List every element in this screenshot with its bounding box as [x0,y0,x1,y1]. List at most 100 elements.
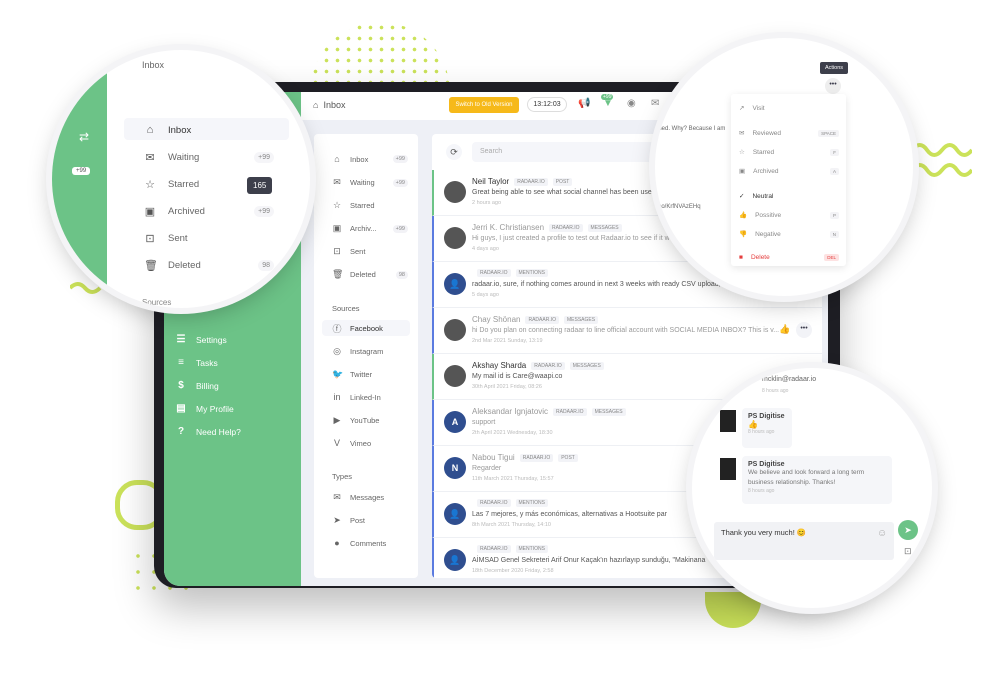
avatar: 👤 [444,503,466,525]
types-heading: Types [332,472,353,481]
source-tag: RADAAR.IO [525,315,559,324]
source-facebook[interactable]: ⓕ Facebook [322,320,410,336]
folder-waiting[interactable]: ✉ Waiting +99 [144,151,274,164]
magnifier-folders: ⇄ +99 Inbox ⌂ Inbox ✉ Waiting +99 ☆ Starred … [52,50,310,308]
swap-icon[interactable]: ⇄ [79,130,89,144]
folder-sent[interactable]: ⊡ Sent [144,232,274,245]
sidebar-item-settings[interactable]: ☰ Settings [176,334,227,345]
folder-waiting[interactable]: ✉ Waiting +99 [332,177,408,188]
list-icon: ≡ [178,357,184,368]
switch-version-button[interactable]: Switch to Old Version [449,97,519,113]
check-icon: ✓ [739,193,745,200]
author-name: Chay Shönan [472,315,521,324]
folder-deleted[interactable]: 🗑 Deleted 98 [332,269,408,280]
type-tag: MENTIONS [515,499,548,507]
sliders-icon: ☰ [176,334,186,345]
menu-positive[interactable]: 👍 Possitive P [739,211,839,219]
more-button[interactable]: ••• [796,322,812,338]
folder-starred[interactable]: ☆ Starred [332,200,408,211]
dollar-icon: $ [178,380,184,391]
trash-icon: 🗑 [332,269,344,279]
send-icon: ➤ [333,515,341,525]
chat-message: PS Digitise 👍 8 hours ago [742,408,792,448]
type-comments[interactable]: ● Comments [332,538,408,548]
source-linkedin[interactable]: in Linked-In [332,392,408,402]
menu-archived[interactable]: ▣ Archived A [739,167,839,175]
avatar: A [444,411,466,433]
comment-icon: ● [334,538,340,548]
message-text: hi Do you plan on connecting radaar to l… [472,327,780,334]
source-youtube[interactable]: ▶ YouTube [332,415,408,426]
folder-inbox[interactable]: ⌂ Inbox [144,124,274,136]
avatar [720,410,736,432]
folder-archived[interactable]: ▣ Archiv... +99 [332,223,408,234]
facebook-icon: ⓕ [332,323,342,334]
archive-icon: ▣ [739,168,746,175]
envelope-icon[interactable]: ✉ [651,98,659,109]
sidebar-item-billing[interactable]: $ Billing [176,380,218,391]
source-vimeo[interactable]: V Vimeo [332,438,408,448]
reviewed-icon: ✉ [739,130,745,137]
star-icon: ☆ [332,200,342,210]
menu-reviewed[interactable]: ✉ Reviewed SPACE [739,129,839,137]
sent-icon: ⊡ [333,246,341,256]
source-tag: RADAAR.IO [514,177,548,186]
author-name: Aleksandar Ignjatovic [472,407,549,416]
magnifier-actions: ahed. Why? Because I am t.co/KrfNVAzEHq … [655,38,913,296]
source-twitter[interactable]: 🐦 Twitter [332,369,408,380]
folder-panel: ⌂ Inbox +99 ✉ Waiting +99 ☆ Starred ▣ Archiv..… [314,134,418,578]
eye-icon[interactable]: ◉ [627,98,636,109]
archive-icon: ▣ [144,206,156,218]
author-name: Nabou Tigui [472,453,515,462]
avatar [444,319,466,341]
envelope-icon: ✉ [145,152,155,164]
refresh-button[interactable]: ⟳ [446,144,462,160]
source-tag: RADAAR.IO [519,453,554,462]
star-icon: ☆ [145,179,155,191]
author-name: Jerri K. Christiansen [472,223,545,232]
trash-icon: ■ [739,254,743,261]
twitter-icon: 🐦 [332,369,344,379]
send-button[interactable]: ➤ [898,520,918,540]
source-tag: RADAAR.IO [553,407,587,416]
megaphone-icon[interactable]: 📢 [578,98,590,109]
external-link-icon: ↗ [739,105,745,112]
decor-squiggle [912,163,972,177]
type-post[interactable]: ➤ Post [332,515,408,526]
type-messages[interactable]: ✉ Messages [332,492,408,503]
sidebar-item-help[interactable]: ? Need Help? [176,426,241,437]
menu-negative[interactable]: 👎 Negative N [739,230,839,238]
message-text: My mail id is Care@waapi.co [472,373,563,380]
type-tag: POST [558,453,578,462]
menu-visit[interactable]: ↗ Visit [739,104,839,113]
emoji-icon[interactable]: ☺ [877,528,887,539]
thumbs-down-icon: 👎 [739,231,748,238]
sidebar-item-profile[interactable]: ▤ My Profile [176,403,234,414]
reply-input[interactable]: Thank you very much! 😊 [714,522,894,560]
folder-deleted[interactable]: 🗑 Deleted 98 [144,259,274,272]
sidebar-item-tasks[interactable]: ≡ Tasks [176,357,218,368]
avatar: N [444,457,466,479]
star-icon: ☆ [739,149,745,156]
timestamp: 2th April 2021 Wednesday, 18:30 [472,430,553,436]
menu-neutral[interactable]: ✓ Neutral [739,192,839,201]
attachment-icon[interactable]: ⊡ [904,546,912,557]
more-button[interactable]: ••• [825,78,841,94]
menu-starred[interactable]: ☆ Starred F [739,148,839,156]
avatar [444,181,466,203]
message-text: Las 7 mejores, y más económicas, alterna… [472,511,667,518]
avatar [444,365,466,387]
id-card-icon: ▤ [176,403,186,414]
clock: 13:12:03 [527,97,567,112]
menu-delete[interactable]: ■ Delete DEL [739,254,839,261]
message-text: Hi guys, I just created a profile to tes… [472,235,683,242]
thumbs-up-icon: 👍 [739,212,748,219]
folder-sent[interactable]: ⊡ Sent [332,246,408,257]
folder-inbox[interactable]: ⌂ Inbox +99 [332,154,408,164]
source-instagram[interactable]: ◎ Instagram [332,346,408,357]
trash-icon: 🗑 [144,260,158,272]
feed-row[interactable]: Chay Shönan RADAAR.IO MESSAGES hi Do you p… [432,308,822,354]
thumbs-up-icon[interactable]: 👍 [779,324,790,335]
folder-archived[interactable]: ▣ Archived +99 [144,205,274,218]
sources-heading: Sources [332,304,360,313]
